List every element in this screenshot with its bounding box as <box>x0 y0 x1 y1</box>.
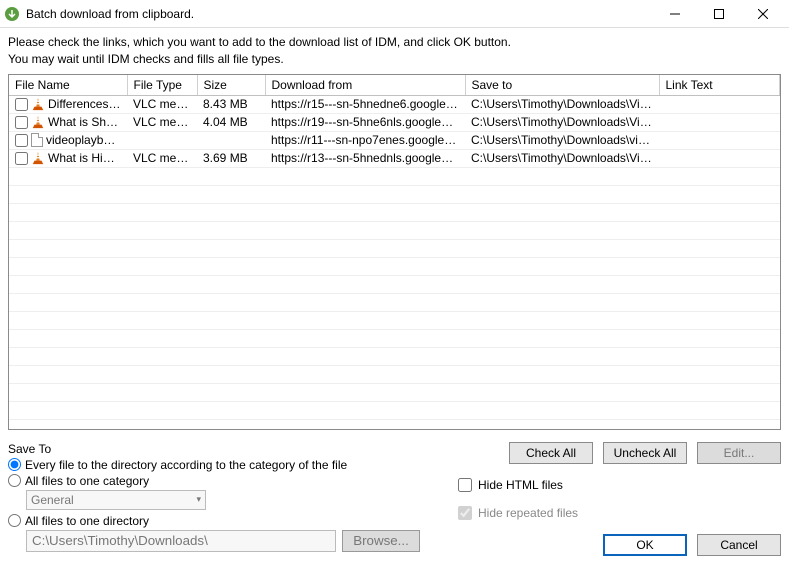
hide-html-checkbox-input[interactable] <box>458 478 472 492</box>
app-icon <box>4 6 20 22</box>
file-size: 8.43 MB <box>197 95 265 113</box>
save-to: C:\Users\Timothy\Downloads\videop... <box>465 131 659 149</box>
empty-row <box>9 311 780 329</box>
directory-path-input[interactable] <box>26 530 336 552</box>
vlc-icon <box>31 97 45 111</box>
table-header-row: File Name File Type Size Download from S… <box>9 75 780 96</box>
file-type: VLC medi... <box>127 95 197 113</box>
ok-button[interactable]: OK <box>603 534 687 556</box>
col-header-save[interactable]: Save to <box>465 75 659 96</box>
table-row[interactable]: videoplayback_3 https://r11---sn-npo7enes… <box>9 131 780 149</box>
edit-button[interactable]: Edit... <box>697 442 781 464</box>
col-header-name[interactable]: File Name <box>9 75 127 96</box>
download-from: https://r13---sn-5hnednls.googlevid... <box>265 149 465 167</box>
empty-row <box>9 383 780 401</box>
category-select-value: General <box>31 493 74 507</box>
row-checkbox[interactable] <box>15 152 28 165</box>
empty-row <box>9 275 780 293</box>
col-header-size[interactable]: Size <box>197 75 265 96</box>
radio-category-of-file-input[interactable] <box>8 458 21 471</box>
row-checkbox[interactable] <box>15 98 28 111</box>
save-to: C:\Users\Timothy\Downloads\Video\... <box>465 95 659 113</box>
hide-html-checkbox[interactable]: Hide HTML files <box>458 478 781 492</box>
radio-one-category-label: All files to one category <box>25 474 149 488</box>
minimize-button[interactable] <box>653 0 697 28</box>
table-row[interactable]: Differences b... VLC medi...8.43 MBhttps:… <box>9 95 780 113</box>
vlc-icon <box>31 151 45 165</box>
empty-row <box>9 293 780 311</box>
empty-row <box>9 203 780 221</box>
table-row[interactable]: What is Shutd... VLC medi...4.04 MBhttps:… <box>9 113 780 131</box>
row-checkbox[interactable] <box>15 116 28 129</box>
info-text: Please check the links, which you want t… <box>0 28 789 70</box>
save-to-title: Save To <box>8 442 438 456</box>
vlc-icon <box>31 115 45 129</box>
file-name: What is Hiber... <box>48 151 121 165</box>
close-button[interactable] <box>741 0 785 28</box>
link-text <box>659 131 780 149</box>
radio-category-of-file-label: Every file to the directory according to… <box>25 458 347 472</box>
empty-row <box>9 365 780 383</box>
uncheck-all-button[interactable]: Uncheck All <box>603 442 687 464</box>
file-name: videoplayback_3 <box>46 133 121 147</box>
col-header-from[interactable]: Download from <box>265 75 465 96</box>
download-from: https://r11---sn-npo7enes.googlevi... <box>265 131 465 149</box>
download-from: https://r19---sn-5hne6nls.googlevid... <box>265 113 465 131</box>
table-row[interactable]: What is Hiber... VLC medi...3.69 MBhttps:… <box>9 149 780 167</box>
file-size <box>197 131 265 149</box>
link-text <box>659 95 780 113</box>
empty-row <box>9 221 780 239</box>
file-size: 3.69 MB <box>197 149 265 167</box>
radio-one-category-input[interactable] <box>8 474 21 487</box>
file-type: VLC medi... <box>127 113 197 131</box>
col-header-link[interactable]: Link Text <box>659 75 780 96</box>
save-to: C:\Users\Timothy\Downloads\Video\... <box>465 149 659 167</box>
col-header-type[interactable]: File Type <box>127 75 197 96</box>
save-to: C:\Users\Timothy\Downloads\Video\... <box>465 113 659 131</box>
chevron-down-icon: ▾ <box>196 494 201 505</box>
info-line-2: You may wait until IDM checks and fills … <box>8 51 781 68</box>
window-title: Batch download from clipboard. <box>26 7 653 21</box>
radio-one-directory-input[interactable] <box>8 514 21 527</box>
file-type <box>127 131 197 149</box>
file-table: File Name File Type Size Download from S… <box>8 74 781 430</box>
hide-html-label: Hide HTML files <box>478 478 563 492</box>
link-text <box>659 149 780 167</box>
file-name: What is Shutd... <box>48 115 121 129</box>
save-to-panel: Save To Every file to the directory acco… <box>8 442 438 556</box>
radio-category-of-file[interactable]: Every file to the directory according to… <box>8 458 438 472</box>
radio-one-category[interactable]: All files to one category <box>8 474 438 488</box>
hide-repeated-checkbox[interactable]: Hide repeated files <box>458 506 781 520</box>
browse-button[interactable]: Browse... <box>342 530 420 552</box>
empty-row <box>9 185 780 203</box>
hide-repeated-checkbox-input[interactable] <box>458 506 472 520</box>
radio-one-directory-label: All files to one directory <box>25 514 149 528</box>
info-line-1: Please check the links, which you want t… <box>8 34 781 51</box>
empty-row <box>9 257 780 275</box>
empty-row <box>9 239 780 257</box>
radio-one-directory[interactable]: All files to one directory <box>8 514 438 528</box>
maximize-button[interactable] <box>697 0 741 28</box>
empty-row <box>9 329 780 347</box>
titlebar: Batch download from clipboard. <box>0 0 789 28</box>
file-size: 4.04 MB <box>197 113 265 131</box>
download-from: https://r15---sn-5hnedne6.googlevi... <box>265 95 465 113</box>
category-select[interactable]: General ▾ <box>26 490 206 510</box>
empty-row <box>9 401 780 419</box>
file-name: Differences b... <box>48 97 121 111</box>
link-text <box>659 113 780 131</box>
empty-row <box>9 167 780 185</box>
cancel-button[interactable]: Cancel <box>697 534 781 556</box>
row-checkbox[interactable] <box>15 134 28 147</box>
check-all-button[interactable]: Check All <box>509 442 593 464</box>
empty-row <box>9 347 780 365</box>
hide-repeated-label: Hide repeated files <box>478 506 578 520</box>
file-type: VLC medi... <box>127 149 197 167</box>
file-icon <box>31 133 43 147</box>
